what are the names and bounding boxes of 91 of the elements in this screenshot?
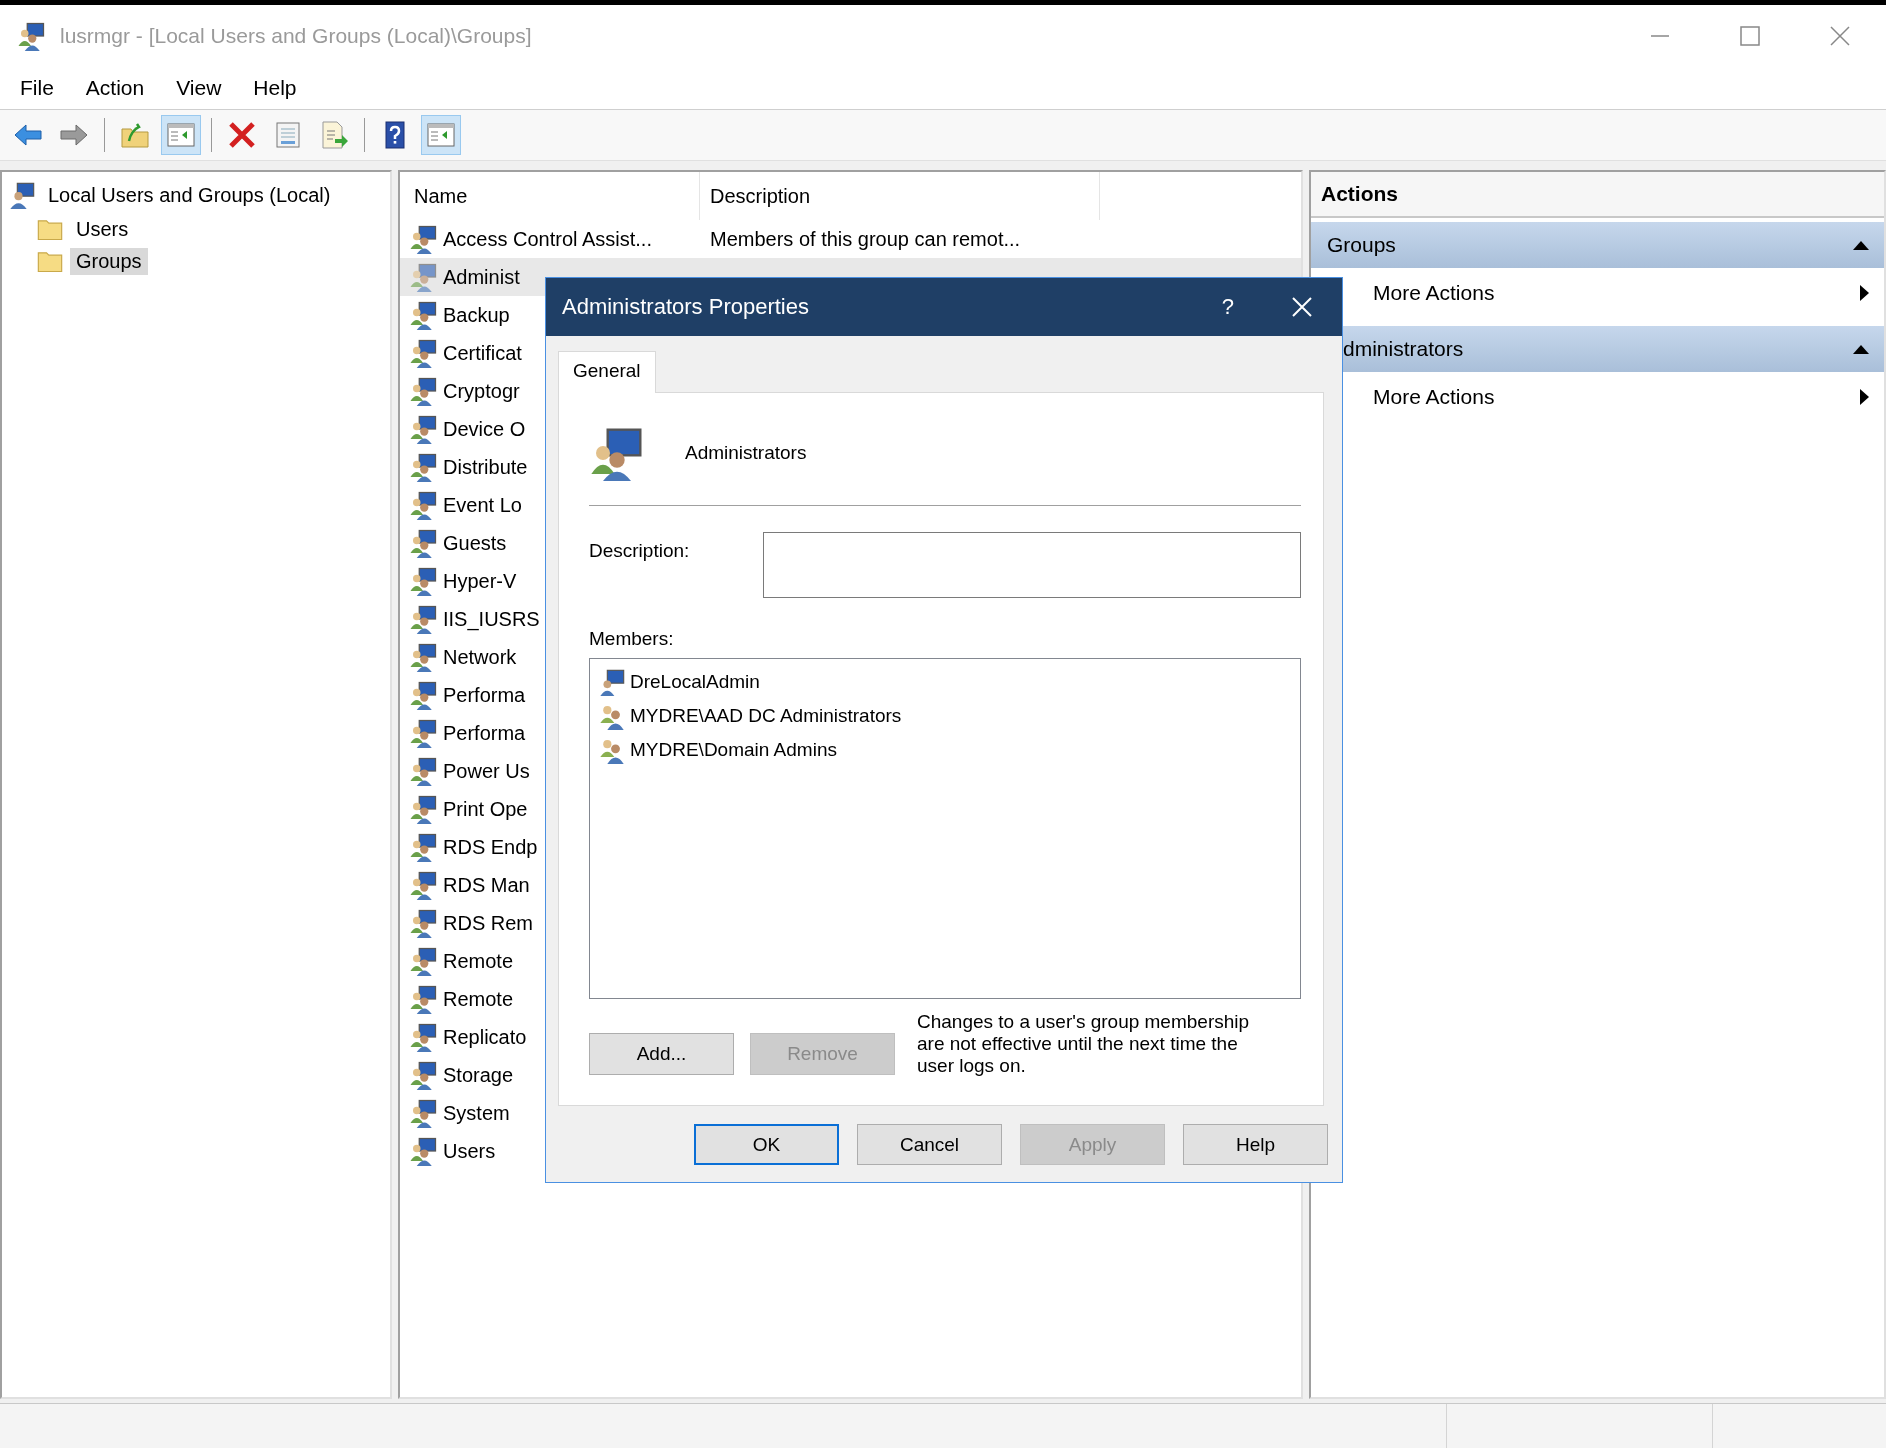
actions-title: Actions (1311, 172, 1884, 218)
help-button[interactable]: ? (1221, 294, 1234, 320)
dialog-button[interactable]: Add... (589, 1033, 734, 1075)
group-name[interactable]: Replicato (443, 1025, 527, 1049)
members-label: Members: (589, 628, 675, 651)
group-description: Members of this group can remot... (709, 227, 1021, 251)
description-label: Description: (589, 540, 691, 562)
show-tree-icon[interactable] (161, 115, 201, 155)
group-icon (408, 832, 438, 862)
group-name[interactable]: RDS Endp (443, 835, 538, 859)
description-field[interactable] (763, 532, 1301, 598)
group-name[interactable]: Print Ope (443, 797, 528, 821)
menu-item[interactable]: Help (237, 72, 313, 104)
group-name[interactable]: Performa (443, 683, 526, 707)
group-name[interactable]: Remote (443, 949, 514, 973)
group-icon (408, 604, 438, 634)
group-name[interactable]: Backup (443, 303, 510, 327)
group-icon (408, 1060, 438, 1090)
collapse-icon[interactable] (1852, 239, 1870, 251)
group-icon (408, 452, 438, 482)
group-icon (408, 908, 438, 938)
group-icon (408, 1136, 438, 1166)
app-icon (16, 21, 46, 51)
group-icon (408, 490, 438, 520)
group-icon (408, 984, 438, 1014)
group-icon (408, 642, 438, 672)
column-header[interactable]: Name (408, 172, 700, 220)
group-name[interactable]: Administ (443, 265, 520, 289)
submenu-arrow-icon (1858, 284, 1870, 302)
group-name[interactable]: Distribute (443, 455, 528, 479)
group-name[interactable]: Guests (443, 531, 507, 555)
group-name[interactable]: Users (443, 1139, 496, 1163)
tree-item[interactable]: Groups (70, 247, 148, 275)
group-icon (408, 870, 438, 900)
group-name[interactable]: RDS Rem (443, 911, 533, 935)
group-name[interactable]: Performa (443, 721, 526, 745)
tab[interactable]: General (558, 351, 656, 393)
menu-item[interactable]: Action (69, 72, 161, 104)
member-name[interactable]: MYDRE\Domain Admins (630, 739, 837, 761)
group-name[interactable]: Network (443, 645, 517, 669)
group-icon (408, 756, 438, 786)
group-icon (408, 566, 438, 596)
group-icon (408, 794, 438, 824)
group-name[interactable]: IIS_IUSRS (443, 607, 540, 631)
section-header[interactable]: Groups (1311, 222, 1884, 268)
group-name[interactable]: Hyper-V (443, 569, 517, 593)
group-icon (408, 528, 438, 558)
tree-item[interactable]: Users (70, 215, 135, 243)
group-icon (408, 338, 438, 368)
user-icon (598, 668, 626, 696)
group-icon (408, 224, 438, 254)
dialog-button[interactable]: Cancel (857, 1124, 1002, 1165)
menu-item[interactable]: File (4, 72, 70, 104)
group-icon (408, 1022, 438, 1052)
group-name[interactable]: Access Control Assist... (443, 227, 652, 251)
dialog-button[interactable]: Help (1183, 1124, 1328, 1165)
submenu-arrow-icon (1858, 388, 1870, 406)
group-icon (408, 1098, 438, 1128)
group-name[interactable]: Power Us (443, 759, 530, 783)
column-header[interactable]: Description (700, 172, 1100, 220)
group-icon (408, 262, 438, 292)
collapse-icon[interactable] (1852, 343, 1870, 355)
computer-users-icon (8, 181, 36, 209)
menu-item[interactable]: View (160, 72, 238, 104)
group-icon (408, 680, 438, 710)
show-action-pane-icon[interactable] (421, 115, 461, 155)
group-name: Administrators (685, 442, 807, 464)
group-name[interactable]: Event Lo (443, 493, 522, 517)
dialog-title: Administrators Properties (562, 294, 809, 320)
members-list[interactable]: DreLocalAdmin MYDRE\AAD DC Administrators MYDRE\Domain Admins (589, 658, 1301, 999)
membership-note: Changes to a user's group membership are not effective until the next time the user logs on. (917, 1011, 1251, 1077)
group-icon (408, 718, 438, 748)
action-item[interactable]: More Actions (1311, 372, 1884, 422)
group-name[interactable]: System (443, 1101, 510, 1125)
window-title: lusrmgr - [Local Users and Groups (Local)\Groups] (60, 24, 532, 48)
group-name[interactable]: Cryptogr (443, 379, 520, 403)
dialog-button[interactable]: OK (694, 1124, 839, 1165)
member-name[interactable]: DreLocalAdmin (630, 671, 760, 693)
group-icon (408, 414, 438, 444)
group-name[interactable]: Remote (443, 987, 514, 1011)
group-name[interactable]: Certificat (443, 341, 522, 365)
group-icon (408, 376, 438, 406)
tree-item[interactable]: Local Users and Groups (Local) (42, 181, 337, 209)
group-name[interactable]: Device O (443, 417, 526, 441)
group-icon (408, 946, 438, 976)
group-name[interactable]: RDS Man (443, 873, 530, 897)
maximize-icon[interactable] (1740, 26, 1760, 46)
action-item[interactable]: More Actions (1311, 268, 1884, 318)
group-name[interactable]: Storage (443, 1063, 514, 1087)
group-icon (408, 300, 438, 330)
member-name[interactable]: MYDRE\AAD DC Administrators (630, 705, 902, 727)
